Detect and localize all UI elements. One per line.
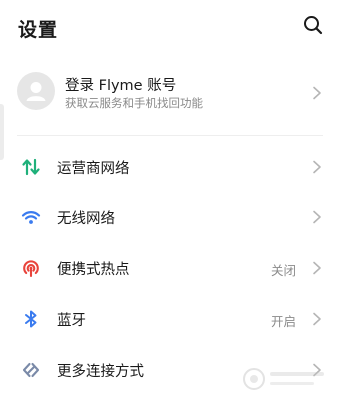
chevron-right-icon — [313, 312, 321, 326]
row-label: 蓝牙 — [57, 313, 86, 329]
row-more-connections[interactable]: 更多连接方式 — [0, 348, 340, 392]
bluetooth-status: 开启 — [270, 314, 296, 329]
hotspot-status: 关闭 — [270, 263, 296, 278]
person-icon — [26, 82, 46, 101]
mobile-data-icon — [22, 158, 40, 176]
search-button[interactable] — [302, 14, 324, 36]
account-subtitle: 获取云服务和手机找回功能 — [65, 96, 203, 110]
settings-screen: 设置 登录 Flyme 账号 获取云服务和手机找回功能 运营商网络 无线网络 便… — [0, 0, 340, 400]
row-hotspot[interactable]: 便携式热点 关闭 — [0, 246, 340, 290]
row-label: 无线网络 — [57, 211, 115, 227]
chevron-right-icon — [313, 363, 321, 377]
row-bluetooth[interactable]: 蓝牙 开启 — [0, 297, 340, 341]
account-login-row[interactable]: 登录 Flyme 账号 获取云服务和手机找回功能 — [0, 68, 340, 120]
row-wifi[interactable]: 无线网络 — [0, 195, 340, 239]
divider — [17, 135, 323, 136]
row-label: 便携式热点 — [57, 262, 130, 278]
chevron-right-icon — [313, 210, 321, 224]
header: 设置 — [0, 0, 340, 56]
avatar — [17, 72, 55, 110]
search-icon — [304, 16, 323, 35]
chevron-right-icon — [313, 160, 321, 174]
bluetooth-icon — [25, 310, 37, 328]
page-title: 设置 — [18, 19, 59, 41]
row-label: 更多连接方式 — [57, 364, 144, 380]
row-mobile-network[interactable]: 运营商网络 — [0, 145, 340, 189]
link-icon — [22, 362, 40, 378]
wifi-icon — [21, 211, 41, 224]
chevron-right-icon — [313, 86, 321, 100]
hotspot-icon — [23, 260, 39, 278]
chevron-right-icon — [313, 261, 321, 275]
row-label: 运营商网络 — [57, 161, 130, 177]
account-title: 登录 Flyme 账号 — [65, 78, 177, 94]
